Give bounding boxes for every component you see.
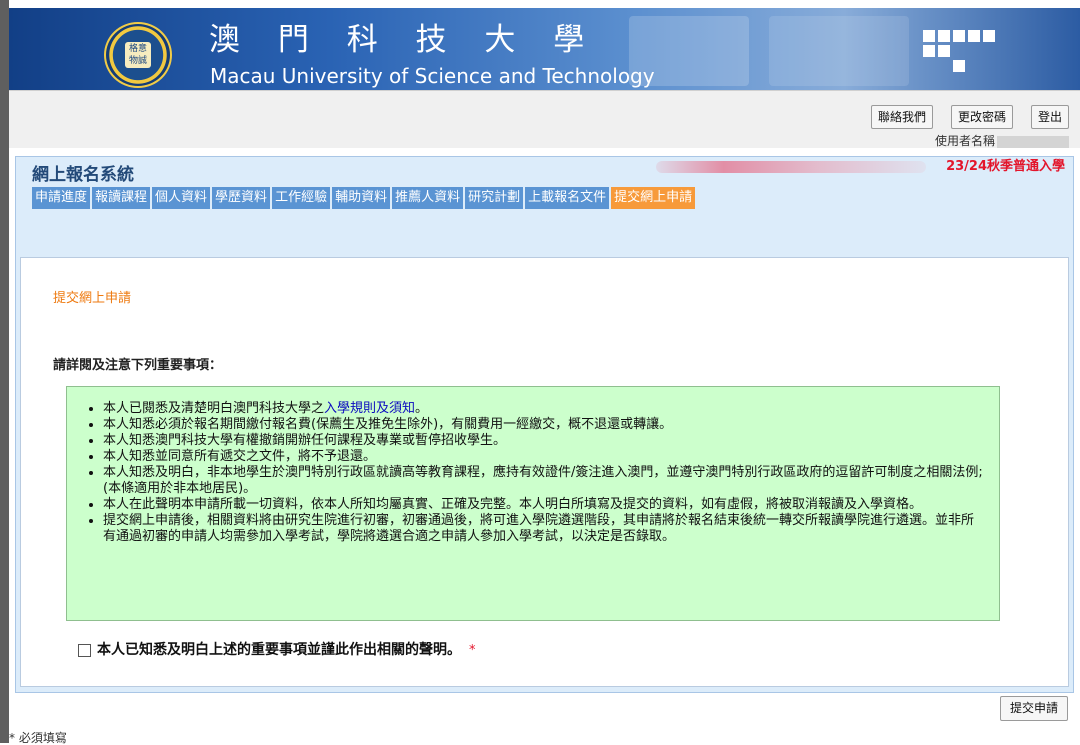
notice-item: 本人知悉必須於報名期間繳付報名費(保薦生及推免生除外)，有關費用一經繳交，概不退…	[103, 417, 985, 433]
application-panel: 網上報名系統 23/24秋季普通入學 申請進度 報讀課程 個人資料 學歷資料 工…	[15, 156, 1074, 693]
system-title: 網上報名系統	[32, 165, 134, 185]
banner-decoration	[769, 16, 909, 86]
university-banner: 格意 物誠 澳 門 科 技 大 學 Macau University of Sc…	[9, 8, 1080, 90]
notice-heading: 請詳閱及注意下列重要事項：	[53, 358, 223, 373]
submit-application-button[interactable]: 提交申請	[1000, 696, 1068, 721]
tab-upload-documents[interactable]: 上載報名文件	[525, 187, 610, 209]
contact-us-button[interactable]: 聯絡我們	[871, 105, 934, 129]
change-password-button[interactable]: 更改密碼	[951, 105, 1014, 129]
tab-research-plan[interactable]: 研究計劃	[465, 187, 524, 209]
university-name-chinese: 澳 門 科 技 大 學	[209, 22, 599, 58]
logo-mark: 格意 物誠	[125, 42, 151, 68]
tab-referees[interactable]: 推薦人資料	[392, 187, 464, 209]
university-logo: 格意 物誠	[104, 22, 172, 88]
notice-box: 本人已閱悉及清楚明白澳門科技大學之入學規則及須知。 本人知悉必須於報名期間繳付報…	[66, 386, 1000, 621]
notice-item: 本人知悉及明白，非本地學生於澳門特別行政區就讀高等教育課程，應持有效證件/簽注進…	[103, 465, 985, 497]
tab-personal-info[interactable]: 個人資料	[152, 187, 211, 209]
window-edge	[0, 0, 9, 743]
step-tabs: 申請進度 報讀課程 個人資料 學歷資料 工作經驗 輔助資料 推薦人資料 研究計劃…	[32, 187, 696, 209]
declaration-row: 本人已知悉及明白上述的重要事項並謹此作出相關的聲明。 *	[78, 640, 476, 660]
notice-item: 本人知悉澳門科技大學有權撤銷開辦任何課程及專業或暫停招收學生。	[103, 433, 985, 449]
notice-list: 本人已閱悉及清楚明白澳門科技大學之入學規則及須知。 本人知悉必須於報名期間繳付報…	[103, 401, 985, 545]
applicant-info-redacted	[656, 161, 926, 173]
top-toolbar: 聯絡我們 更改密碼 登出 使用者名稱	[9, 90, 1080, 148]
username-display: 使用者名稱	[935, 133, 1070, 149]
username-redacted	[997, 135, 1070, 148]
browser-page: 格意 物誠 澳 門 科 技 大 學 Macau University of Sc…	[0, 0, 1080, 745]
submit-section: 提交網上申請 請詳閱及注意下列重要事項： 本人已閱悉及清楚明白澳門科技大學之入學…	[20, 257, 1069, 687]
logout-button[interactable]: 登出	[1031, 105, 1070, 129]
section-title: 提交網上申請	[53, 291, 132, 306]
username-label: 使用者名稱	[935, 134, 996, 148]
notice-item: 本人在此聲明本申請所載一切資料，依本人所知均屬真實、正確及完整。本人明白所填寫及…	[103, 497, 985, 513]
notice-item: 提交網上申請後，相關資料將由研究生院進行初審，初審通過後，將可進入學院遴選階段，…	[103, 513, 985, 545]
pixel-pattern-logo	[923, 30, 1013, 84]
tab-submit-application[interactable]: 提交網上申請	[611, 187, 696, 209]
admission-rules-link[interactable]: 入學規則及須知	[324, 401, 415, 416]
intake-label: 23/24秋季普通入學	[946, 159, 1065, 174]
notice-item: 本人已閱悉及清楚明白澳門科技大學之入學規則及須知。	[103, 401, 985, 417]
tab-supplementary[interactable]: 輔助資料	[332, 187, 391, 209]
required-marker: *	[469, 642, 476, 658]
tab-programme[interactable]: 報讀課程	[92, 187, 151, 209]
tab-education[interactable]: 學歷資料	[212, 187, 271, 209]
notice-item: 本人知悉並同意所有遞交之文件，將不予退還。	[103, 449, 985, 465]
tab-work-experience[interactable]: 工作經驗	[272, 187, 331, 209]
declaration-text: 本人已知悉及明白上述的重要事項並謹此作出相關的聲明。	[97, 642, 461, 658]
university-name-english: Macau University of Science and Technolo…	[210, 64, 655, 88]
tab-application-progress[interactable]: 申請進度	[32, 187, 91, 209]
declaration-checkbox[interactable]	[78, 643, 91, 657]
